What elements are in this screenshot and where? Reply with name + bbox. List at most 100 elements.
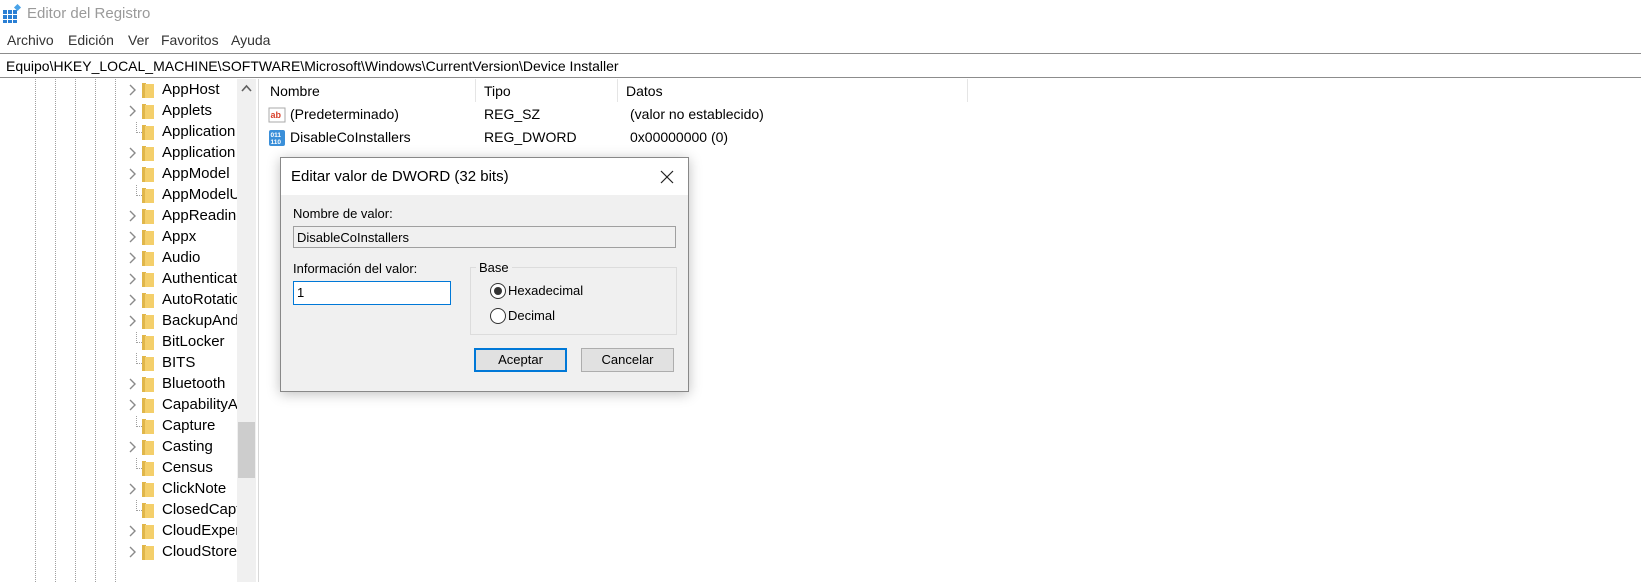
chevron-right-icon[interactable] xyxy=(128,546,138,558)
list-row[interactable]: ab (Predeterminado) REG_SZ (valor no est… xyxy=(262,104,972,126)
folder-icon xyxy=(142,188,154,203)
tree-guide-line xyxy=(95,79,96,582)
svg-text:011: 011 xyxy=(271,132,282,139)
scroll-thumb[interactable] xyxy=(238,422,255,478)
chevron-right-icon[interactable] xyxy=(128,315,138,327)
folder-icon xyxy=(142,209,154,224)
close-icon[interactable] xyxy=(652,162,682,192)
chevron-right-icon[interactable] xyxy=(128,84,138,96)
folder-icon xyxy=(142,83,154,98)
base-label: Base xyxy=(476,260,512,275)
tree-item[interactable]: Bluetooth xyxy=(128,374,238,395)
menu-archivo[interactable]: Archivo xyxy=(7,32,54,48)
list-row[interactable]: 011 110 DisableCoInstallers REG_DWORD 0x… xyxy=(262,127,972,149)
address-bar[interactable]: Equipo\HKEY_LOCAL_MACHINE\SOFTWARE\Micro… xyxy=(0,53,1641,78)
tree-item-label: AutoRotatic xyxy=(162,291,238,308)
tree-item[interactable]: AppHost xyxy=(128,80,238,101)
tree-item[interactable]: Application xyxy=(128,143,238,164)
folder-icon xyxy=(142,440,154,455)
menu-edicion[interactable]: Edición xyxy=(68,32,114,48)
scroll-up-arrow-icon[interactable] xyxy=(237,79,256,98)
tree-item[interactable]: AppModelU xyxy=(128,185,238,206)
tree-guide-line xyxy=(75,79,76,582)
radio-hexadecimal[interactable]: Hexadecimal xyxy=(490,282,610,300)
tree-item[interactable]: CloudStore xyxy=(128,542,238,563)
tree-item[interactable]: AppReadine xyxy=(128,206,238,227)
tree-item[interactable]: Capture xyxy=(128,416,238,437)
chevron-right-icon[interactable] xyxy=(128,231,138,243)
tree-item[interactable]: Casting xyxy=(128,437,238,458)
radio-hexadecimal-label[interactable]: Hexadecimal xyxy=(508,283,583,298)
tree-item[interactable]: BitLocker xyxy=(128,332,238,353)
folder-icon xyxy=(142,461,154,476)
folder-icon xyxy=(142,419,154,434)
radio-decimal[interactable]: Decimal xyxy=(490,307,610,325)
dialog-title-bar: Editar valor de DWORD (32 bits) xyxy=(281,158,688,195)
menu-bar: Archivo Edición Ver Favoritos Ayuda xyxy=(0,30,1641,52)
ok-button[interactable]: Aceptar xyxy=(474,348,567,372)
tree-item[interactable]: Audio xyxy=(128,248,238,269)
menu-ver[interactable]: Ver xyxy=(128,32,149,48)
chevron-right-icon[interactable] xyxy=(128,210,138,222)
tree-item-label: Casting xyxy=(162,438,213,455)
tree-item-label: CloudExper xyxy=(162,522,238,539)
value-name-field[interactable]: DisableCoInstallers xyxy=(293,226,676,248)
column-header-datos[interactable]: Datos xyxy=(618,79,968,102)
radio-decimal-label[interactable]: Decimal xyxy=(508,308,555,323)
tree-item-label: Application xyxy=(162,123,236,140)
chevron-right-icon[interactable] xyxy=(128,483,138,495)
tree-item-label: ClosedCapt xyxy=(162,501,238,518)
menu-ayuda[interactable]: Ayuda xyxy=(231,32,270,48)
tree-guide-line xyxy=(35,79,36,582)
tree-item-label: Appx xyxy=(162,228,197,245)
chevron-right-icon[interactable] xyxy=(128,105,138,117)
address-path[interactable]: Equipo\HKEY_LOCAL_MACHINE\SOFTWARE\Micro… xyxy=(6,58,619,74)
folder-icon xyxy=(142,335,154,350)
tree-item[interactable]: BITS xyxy=(128,353,238,374)
tree-item[interactable]: Appx xyxy=(128,227,238,248)
tree-item-label: AppModelU xyxy=(162,186,238,203)
chevron-right-icon[interactable] xyxy=(128,147,138,159)
folder-icon xyxy=(142,167,154,182)
tree-item-label: Census xyxy=(162,459,213,476)
value-data: (valor no establecido) xyxy=(630,106,764,122)
tree-item[interactable]: Authenticat xyxy=(128,269,238,290)
tree-item[interactable]: AutoRotatic xyxy=(128,290,238,311)
folder-icon xyxy=(142,272,154,287)
tree-item-label: BackupAndI xyxy=(162,312,238,329)
svg-text:ab: ab xyxy=(271,110,282,120)
column-header-nombre[interactable]: Nombre xyxy=(262,79,476,102)
tree-scrollbar[interactable] xyxy=(237,79,256,582)
title-bar: Editor del Registro xyxy=(0,0,1641,30)
value-data-input[interactable]: 1 xyxy=(293,281,451,305)
chevron-right-icon[interactable] xyxy=(128,252,138,264)
value-type: REG_DWORD xyxy=(484,129,577,145)
tree-item[interactable]: ClosedCapt xyxy=(128,500,238,521)
radio-circle-hexadecimal[interactable] xyxy=(490,283,506,299)
tree-item[interactable]: CloudExper xyxy=(128,521,238,542)
chevron-right-icon[interactable] xyxy=(128,399,138,411)
tree-item[interactable]: AppModel xyxy=(128,164,238,185)
tree-item[interactable]: CapabilityA xyxy=(128,395,238,416)
chevron-right-icon[interactable] xyxy=(128,294,138,306)
column-header-tipo[interactable]: Tipo xyxy=(476,79,618,102)
tree-item[interactable]: BackupAndI xyxy=(128,311,238,332)
tree-item-label: Applets xyxy=(162,102,213,119)
folder-icon xyxy=(142,314,154,329)
tree-item[interactable]: Application xyxy=(128,122,238,143)
tree-guide-line xyxy=(55,79,56,582)
list-header: Nombre Tipo Datos xyxy=(262,79,972,102)
chevron-right-icon[interactable] xyxy=(128,525,138,537)
radio-circle-decimal[interactable] xyxy=(490,308,506,324)
tree-item[interactable]: ClickNote xyxy=(128,479,238,500)
window-title: Editor del Registro xyxy=(27,5,151,22)
tree-item-label: ClickNote xyxy=(162,480,227,497)
tree-item[interactable]: Census xyxy=(128,458,238,479)
chevron-right-icon[interactable] xyxy=(128,168,138,180)
menu-favoritos[interactable]: Favoritos xyxy=(161,32,219,48)
chevron-right-icon[interactable] xyxy=(128,378,138,390)
chevron-right-icon[interactable] xyxy=(128,441,138,453)
chevron-right-icon[interactable] xyxy=(128,273,138,285)
cancel-button[interactable]: Cancelar xyxy=(581,348,674,372)
tree-item[interactable]: Applets xyxy=(128,101,238,122)
